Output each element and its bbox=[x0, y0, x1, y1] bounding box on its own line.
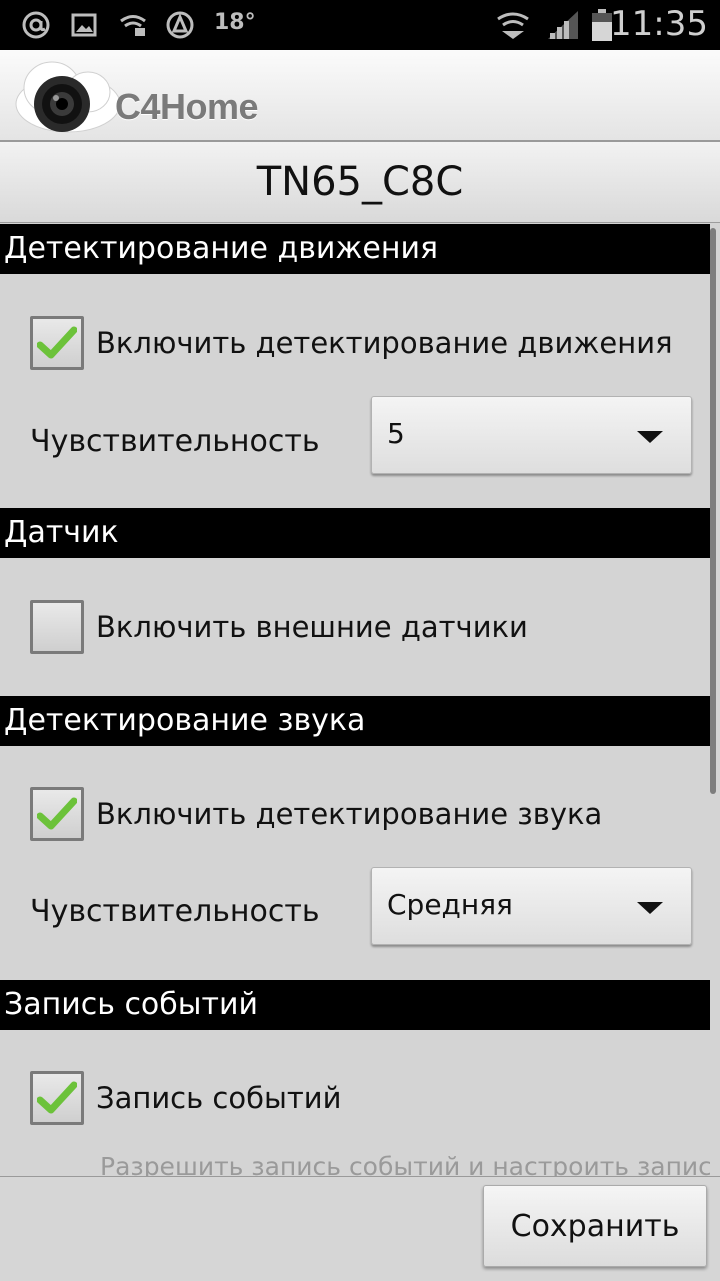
page-title: TN65_C8C bbox=[0, 142, 720, 223]
sensor-enable-label[interactable]: Включить внешние датчики bbox=[96, 610, 528, 644]
sound-enable-checkbox[interactable] bbox=[30, 787, 84, 841]
dropdown-arrow-icon bbox=[637, 902, 663, 914]
settings-list[interactable]: Детектирование движения Включить детекти… bbox=[0, 224, 710, 1176]
section-header-motion: Детектирование движения bbox=[0, 224, 710, 274]
section-header-sensor: Датчик bbox=[0, 508, 710, 558]
events-enable-checkbox[interactable] bbox=[30, 1071, 84, 1125]
check-icon bbox=[37, 1081, 77, 1114]
sound-sensitivity-label: Чувствительность bbox=[30, 894, 320, 929]
clock: 11:35 bbox=[610, 4, 708, 44]
status-bar: 18° 11:35 bbox=[0, 0, 720, 50]
motion-sensitivity-dropdown[interactable]: 5 bbox=[371, 396, 692, 474]
section-header-sound: Детектирование звука bbox=[0, 696, 710, 746]
sound-sensitivity-value: Средняя bbox=[387, 888, 513, 921]
network-icon bbox=[494, 9, 532, 41]
sensor-enable-checkbox[interactable] bbox=[30, 600, 84, 654]
image-icon bbox=[70, 9, 98, 41]
motion-sensitivity-label: Чувствительность bbox=[30, 424, 320, 459]
motion-sensitivity-value: 5 bbox=[387, 417, 405, 450]
temperature-text: 18° bbox=[214, 10, 256, 35]
bottom-bar: Сохранить bbox=[0, 1176, 720, 1281]
motion-enable-label[interactable]: Включить детектирование движения bbox=[96, 326, 673, 360]
camera-cloud-logo-icon bbox=[10, 56, 121, 134]
scrollbar[interactable] bbox=[710, 228, 716, 794]
wifi-icon bbox=[118, 9, 148, 41]
sound-sensitivity-dropdown[interactable]: Средняя bbox=[371, 867, 692, 945]
at-icon bbox=[20, 9, 52, 41]
check-icon bbox=[37, 326, 77, 359]
events-enable-label[interactable]: Запись событий bbox=[96, 1081, 341, 1115]
save-button[interactable]: Сохранить bbox=[483, 1185, 707, 1267]
app-header: C4Home bbox=[0, 50, 720, 142]
dropdown-arrow-icon bbox=[637, 431, 663, 443]
sound-enable-label[interactable]: Включить детектирование звука bbox=[96, 797, 602, 831]
check-icon bbox=[37, 797, 77, 830]
motion-enable-checkbox[interactable] bbox=[30, 316, 84, 370]
avast-icon bbox=[165, 9, 195, 41]
section-header-events: Запись событий bbox=[0, 980, 710, 1030]
brand-name: C4Home bbox=[115, 86, 259, 127]
signal-icon bbox=[546, 9, 580, 41]
events-description: Разрешить запись событий и настроить зап… bbox=[100, 1152, 710, 1176]
